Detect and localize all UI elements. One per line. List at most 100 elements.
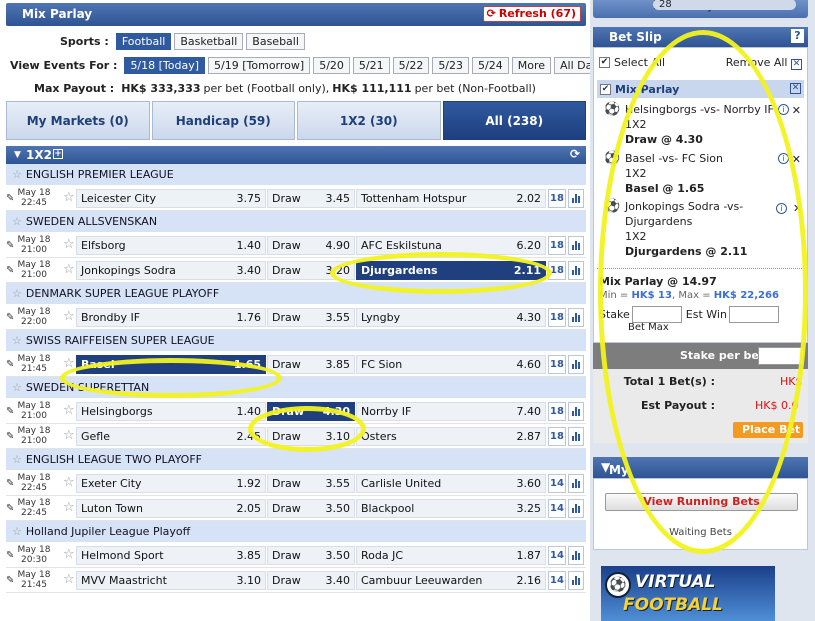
sport-basketball-button[interactable]: Basketball bbox=[174, 33, 244, 50]
star-icon[interactable]: ☆ bbox=[12, 334, 22, 347]
leg-remove-icon[interactable]: ✕ bbox=[792, 152, 801, 167]
star-icon[interactable]: ☆ bbox=[12, 453, 22, 466]
market-refresh-icon[interactable]: ⟳ bbox=[570, 147, 580, 161]
select-all-checkbox[interactable]: ✔ bbox=[599, 57, 610, 68]
expand-plus-icon[interactable]: + bbox=[53, 149, 63, 159]
favorite-star-icon[interactable]: ☆ bbox=[63, 190, 75, 205]
draw-odds-button[interactable]: Draw 4.30 bbox=[267, 402, 355, 421]
draw-odds-button[interactable]: Draw 3.55 bbox=[267, 474, 355, 493]
leg-remove-icon[interactable]: ✕ bbox=[792, 103, 801, 118]
tab-all[interactable]: All (238) bbox=[442, 101, 586, 140]
stats-bar-chart-icon[interactable] bbox=[568, 261, 584, 280]
date-today-button[interactable]: 5/18 [Today] bbox=[124, 57, 206, 74]
tab-handicap[interactable]: Handicap (59) bbox=[151, 101, 295, 140]
stats-bar-chart-icon[interactable] bbox=[568, 236, 584, 255]
draw-odds-button[interactable]: Draw 3.85 bbox=[267, 355, 355, 374]
league-header[interactable]: ☆ SWEDEN SUPERETTAN bbox=[6, 377, 586, 399]
parlay-checkbox[interactable]: ✔ bbox=[600, 83, 611, 95]
bet-max-link[interactable]: Bet Max bbox=[628, 322, 669, 333]
favorite-star-icon[interactable]: ☆ bbox=[63, 356, 75, 371]
favorite-star-icon[interactable]: ☆ bbox=[63, 547, 75, 562]
favorite-star-icon[interactable]: ☆ bbox=[63, 572, 75, 587]
draw-odds-button[interactable]: Draw 4.90 bbox=[267, 236, 355, 255]
my-bets-header[interactable]: ▼ My Bets bbox=[593, 457, 808, 491]
favorite-star-icon[interactable]: ☆ bbox=[63, 475, 75, 490]
home-odds-button[interactable]: Helmond Sport 3.85 bbox=[76, 546, 266, 565]
pin-icon[interactable]: ✎ bbox=[6, 265, 14, 276]
away-odds-button[interactable]: Carlisle United 3.60 bbox=[356, 474, 546, 493]
pin-icon[interactable]: ✎ bbox=[6, 503, 14, 514]
star-icon[interactable]: ☆ bbox=[12, 525, 22, 538]
star-icon[interactable]: ☆ bbox=[12, 381, 22, 394]
away-odds-button[interactable]: Tottenham Hotspur 2.02 bbox=[356, 189, 546, 208]
favorite-star-icon[interactable]: ☆ bbox=[63, 403, 75, 418]
virtual-football-banner[interactable]: ⚽ VIRTUAL FOOTBALL bbox=[601, 566, 775, 621]
more-markets-count[interactable]: 18 bbox=[548, 236, 566, 255]
stats-bar-chart-icon[interactable] bbox=[568, 189, 584, 208]
more-markets-count[interactable]: 18 bbox=[548, 261, 566, 280]
favorite-star-icon[interactable]: ☆ bbox=[63, 500, 75, 515]
view-running-bets-button[interactable]: View Running Bets bbox=[605, 493, 798, 511]
info-icon[interactable]: i bbox=[778, 153, 789, 164]
more-markets-count[interactable]: 14 bbox=[548, 546, 566, 565]
date-5-20-button[interactable]: 5/20 bbox=[313, 57, 350, 74]
draw-odds-button[interactable]: Draw 3.45 bbox=[267, 189, 355, 208]
home-odds-button[interactable]: Elfsborg 1.40 bbox=[76, 236, 266, 255]
stake-per-bet-input[interactable] bbox=[758, 347, 804, 365]
refresh-button[interactable]: ⟳ Refresh (67) bbox=[482, 6, 581, 22]
waiting-bets-link[interactable]: Waiting Bets bbox=[594, 527, 807, 538]
home-odds-button[interactable]: Leicester City 3.75 bbox=[76, 189, 266, 208]
away-odds-button[interactable]: Roda JC 1.87 bbox=[356, 546, 546, 565]
favorite-star-icon[interactable]: ☆ bbox=[63, 309, 75, 324]
away-odds-button[interactable]: Djurgardens 2.11 bbox=[356, 261, 546, 280]
sport-baseball-button[interactable]: Baseball bbox=[246, 33, 305, 50]
stats-bar-chart-icon[interactable] bbox=[568, 355, 584, 374]
home-odds-button[interactable]: Gefle 2.45 bbox=[76, 427, 266, 446]
away-odds-button[interactable]: Blackpool 3.25 bbox=[356, 499, 546, 518]
more-markets-count[interactable]: 18 bbox=[548, 427, 566, 446]
league-header[interactable]: ☆ SWEDEN ALLSVENSKAN bbox=[6, 211, 586, 233]
date-5-22-button[interactable]: 5/22 bbox=[392, 57, 430, 74]
more-markets-count[interactable]: 14 bbox=[548, 474, 566, 493]
more-markets-count[interactable]: 18 bbox=[548, 402, 566, 421]
favorite-star-icon[interactable]: ☆ bbox=[63, 237, 75, 252]
more-markets-count[interactable]: 14 bbox=[548, 499, 566, 518]
pin-icon[interactable]: ✎ bbox=[6, 193, 14, 204]
home-odds-button[interactable]: Luton Town 2.05 bbox=[76, 499, 266, 518]
date-5-21-button[interactable]: 5/21 bbox=[352, 57, 390, 74]
home-odds-button[interactable]: MVV Maastricht 3.10 bbox=[76, 571, 266, 590]
draw-odds-button[interactable]: Draw 3.55 bbox=[267, 308, 355, 327]
collapse-icon[interactable]: ▼ bbox=[14, 150, 21, 160]
favorite-star-icon[interactable]: ☆ bbox=[63, 262, 75, 277]
stats-bar-chart-icon[interactable] bbox=[568, 474, 584, 493]
draw-odds-button[interactable]: Draw 3.40 bbox=[267, 571, 355, 590]
pin-icon[interactable]: ✎ bbox=[6, 431, 14, 442]
help-icon[interactable]: ? bbox=[791, 29, 804, 43]
away-odds-button[interactable]: AFC Eskilstuna 6.20 bbox=[356, 236, 546, 255]
tab-my-markets[interactable]: My Markets (0) bbox=[6, 101, 150, 140]
home-odds-button[interactable]: Helsingborgs 1.40 bbox=[76, 402, 266, 421]
pin-icon[interactable]: ✎ bbox=[6, 406, 14, 417]
draw-odds-button[interactable]: Draw 3.50 bbox=[267, 546, 355, 565]
away-odds-button[interactable]: Cambuur Leeuwarden 2.16 bbox=[356, 571, 546, 590]
date-5-24-button[interactable]: 5/24 bbox=[472, 57, 509, 74]
away-odds-button[interactable]: Osters 2.87 bbox=[356, 427, 546, 446]
stats-bar-chart-icon[interactable] bbox=[568, 571, 584, 590]
parlay-close-icon[interactable]: ✕ bbox=[790, 83, 801, 94]
away-odds-button[interactable]: Norrby IF 7.40 bbox=[356, 402, 546, 421]
star-icon[interactable]: ☆ bbox=[12, 215, 22, 228]
stake-input[interactable] bbox=[631, 306, 682, 323]
remove-all-close-icon[interactable]: ✕ bbox=[791, 59, 802, 70]
leg-remove-icon[interactable]: ✕ bbox=[793, 202, 802, 215]
away-odds-button[interactable]: Lyngby 4.30 bbox=[356, 308, 546, 327]
mix-parlay-tab[interactable]: Mix Parlay 28 bbox=[593, 0, 808, 18]
stats-bar-chart-icon[interactable] bbox=[568, 402, 584, 421]
more-markets-count[interactable]: 14 bbox=[548, 571, 566, 590]
home-odds-button[interactable]: Exeter City 1.92 bbox=[76, 474, 266, 493]
pin-icon[interactable]: ✎ bbox=[6, 575, 14, 586]
draw-odds-button[interactable]: Draw 3.20 bbox=[267, 261, 355, 280]
league-header[interactable]: ☆ DENMARK SUPER LEAGUE PLAYOFF bbox=[6, 283, 586, 305]
date-5-23-button[interactable]: 5/23 bbox=[432, 57, 470, 74]
home-odds-button[interactable]: Jonkopings Sodra 3.40 bbox=[76, 261, 266, 280]
league-header[interactable]: ☆ Holland Jupiler League Playoff bbox=[6, 521, 586, 543]
